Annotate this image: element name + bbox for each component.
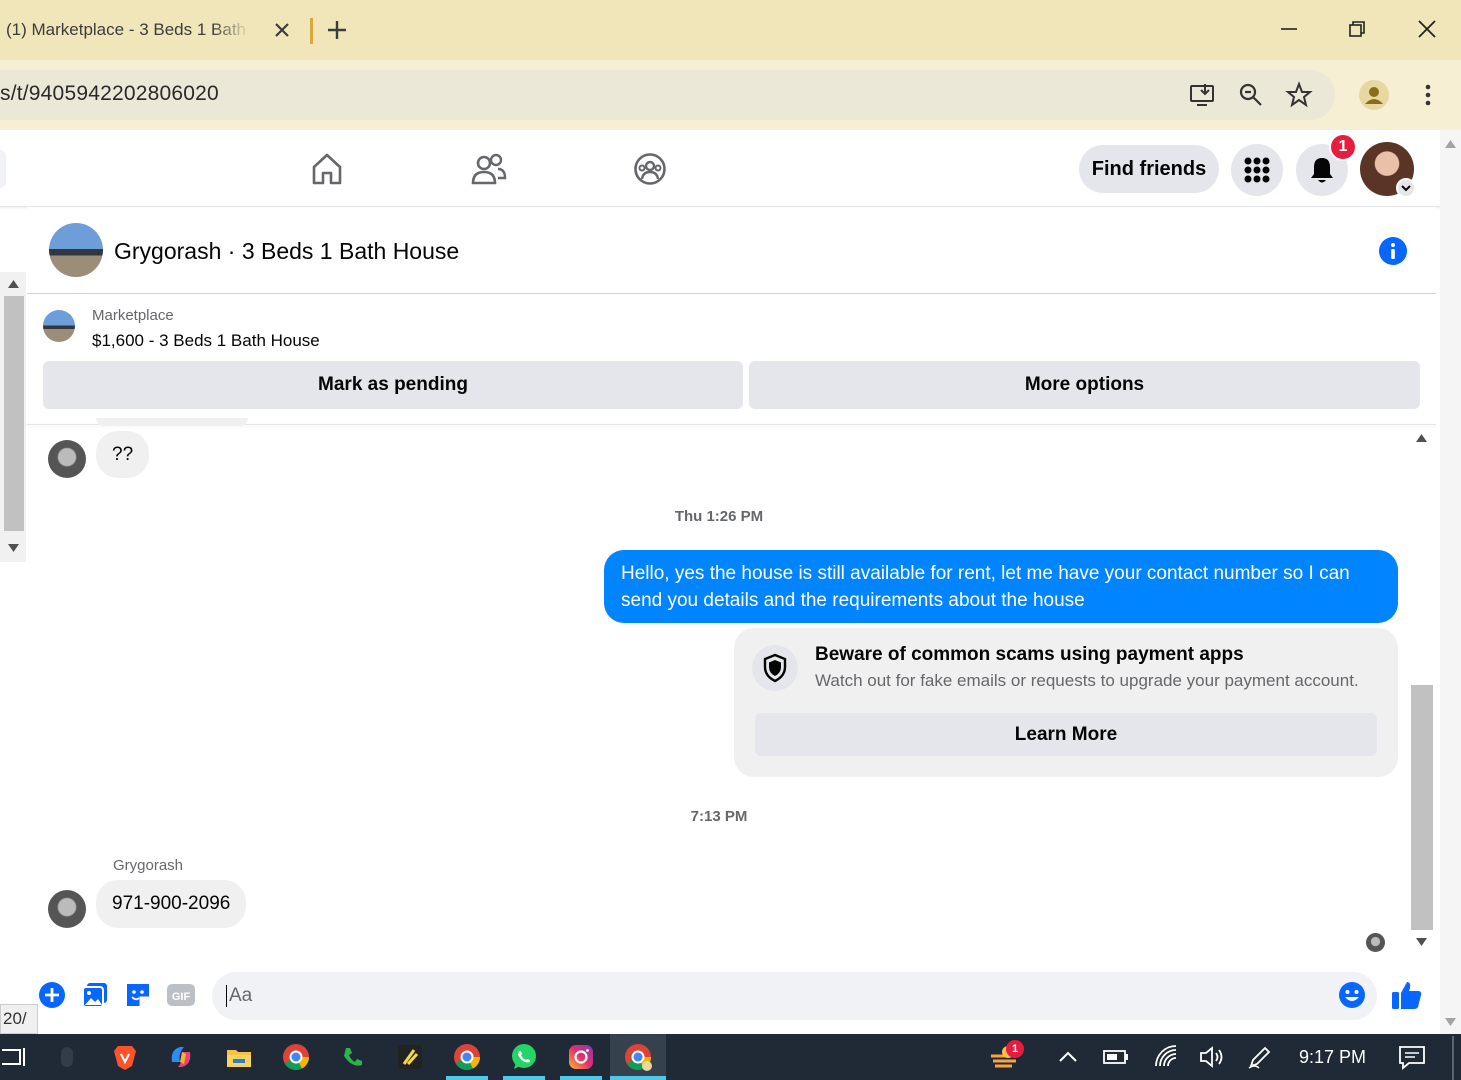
show-desktop-divider[interactable] bbox=[1452, 1036, 1454, 1080]
listing-title[interactable]: $1,600 - 3 Beds 1 Bath House bbox=[92, 331, 320, 351]
browser-tab[interactable]: (1) Marketplace - 3 Beds 1 Bath House | … bbox=[0, 8, 300, 52]
browser-menu-icon[interactable] bbox=[1413, 80, 1443, 110]
emoji-icon[interactable] bbox=[1337, 980, 1367, 1010]
minimize-icon[interactable] bbox=[1274, 14, 1304, 44]
wifi-icon[interactable] bbox=[1152, 1042, 1182, 1072]
phone-link-icon[interactable] bbox=[338, 1042, 368, 1072]
tool-app-icon[interactable] bbox=[395, 1042, 425, 1072]
new-tab-icon[interactable] bbox=[324, 14, 350, 46]
running-indicator bbox=[610, 1076, 666, 1080]
outgoing-message: Hello, yes the house is still available … bbox=[604, 550, 1398, 623]
facebook-top-nav bbox=[0, 130, 1440, 207]
warning-title: Beware of common scams using payment app… bbox=[815, 644, 1244, 665]
home-icon[interactable] bbox=[310, 151, 344, 187]
weather-badge: 1 bbox=[1006, 1040, 1024, 1058]
previous-message-edge bbox=[96, 418, 248, 426]
header-divider bbox=[27, 293, 1436, 294]
tab-separator bbox=[310, 18, 313, 44]
running-indicator bbox=[560, 1076, 602, 1080]
file-explorer-icon[interactable] bbox=[224, 1042, 254, 1072]
gif-icon[interactable]: GIF bbox=[166, 980, 196, 1010]
warning-body: Watch out for fake emails or requests to… bbox=[815, 671, 1359, 690]
close-tab-icon[interactable] bbox=[272, 18, 292, 42]
running-indicator bbox=[503, 1076, 545, 1080]
left-scrollbar-thumb[interactable] bbox=[4, 296, 24, 531]
marketplace-label: Marketplace bbox=[92, 307, 174, 324]
chat-listing-avatar[interactable] bbox=[49, 223, 103, 277]
taskbar-clock[interactable]: 9:17 PM bbox=[1299, 1047, 1366, 1068]
mouse-app-icon[interactable] bbox=[52, 1042, 82, 1072]
mark-as-pending-button[interactable]: Mark as pending bbox=[43, 361, 743, 409]
gif-label: GIF bbox=[172, 991, 191, 1003]
menu-grid-icon bbox=[1244, 157, 1270, 183]
chrome-profile-icon[interactable] bbox=[623, 1042, 653, 1072]
windows-taskbar bbox=[0, 1034, 1461, 1080]
battery-icon[interactable] bbox=[1101, 1042, 1131, 1072]
zoom-icon[interactable] bbox=[1236, 80, 1266, 110]
search-field-edge[interactable] bbox=[0, 150, 6, 188]
restore-icon[interactable] bbox=[1342, 14, 1372, 44]
profile-icon[interactable] bbox=[1359, 80, 1389, 110]
info-icon[interactable] bbox=[1379, 237, 1407, 265]
add-plus-icon[interactable] bbox=[37, 980, 67, 1010]
notification-center-icon[interactable] bbox=[1397, 1042, 1427, 1072]
more-options-button[interactable]: More options bbox=[749, 361, 1420, 409]
incoming-message: ?? bbox=[96, 431, 150, 478]
instagram-icon[interactable] bbox=[566, 1042, 596, 1072]
message-timestamp: Thu 1:26 PM bbox=[674, 508, 764, 525]
shield-icon bbox=[752, 645, 798, 691]
message-composer[interactable] bbox=[212, 972, 1377, 1020]
brave-browser-icon[interactable] bbox=[110, 1042, 140, 1072]
seen-indicator-avatar bbox=[1366, 933, 1385, 952]
messages-scrollbar-thumb[interactable] bbox=[1411, 685, 1433, 930]
message-input[interactable]: Aa bbox=[226, 985, 252, 1007]
sticker-icon[interactable] bbox=[123, 980, 153, 1010]
thumbs-up-icon[interactable] bbox=[1390, 978, 1424, 1012]
tab-title: (1) Marketplace - 3 Beds 1 Bath House | … bbox=[6, 20, 250, 39]
sender-avatar[interactable] bbox=[48, 440, 86, 478]
volume-icon[interactable] bbox=[1197, 1042, 1227, 1072]
task-view-icon[interactable] bbox=[0, 1042, 30, 1072]
copilot-icon[interactable] bbox=[166, 1042, 196, 1072]
groups-icon[interactable] bbox=[633, 152, 667, 186]
pen-icon[interactable] bbox=[1245, 1042, 1275, 1072]
sender-name: Grygorash bbox=[113, 857, 184, 874]
notification-badge: 1 bbox=[1329, 133, 1357, 161]
install-app-icon[interactable] bbox=[1188, 80, 1218, 110]
sender-avatar[interactable] bbox=[48, 890, 86, 928]
marketplace-thumbnail[interactable] bbox=[43, 310, 75, 342]
menu-grid-button[interactable] bbox=[1231, 144, 1283, 196]
learn-more-button[interactable]: Learn More bbox=[755, 713, 1377, 756]
chrome-icon-2[interactable] bbox=[452, 1042, 482, 1072]
incoming-message: 971-900-2096 bbox=[96, 880, 247, 928]
bookmark-star-icon[interactable] bbox=[1284, 80, 1314, 110]
message-timestamp: 7:13 PM bbox=[690, 808, 748, 825]
chrome-icon[interactable] bbox=[281, 1042, 311, 1072]
chevron-down-icon[interactable] bbox=[1396, 178, 1416, 198]
address-url[interactable]: s/t/9405942202806020 bbox=[0, 82, 219, 106]
find-friends-button[interactable]: Find friends bbox=[1079, 145, 1219, 193]
page-scrollbar[interactable] bbox=[1440, 130, 1461, 1034]
bell-icon bbox=[1311, 158, 1333, 183]
chat-title[interactable]: Grygorash · 3 Beds 1 Bath House bbox=[114, 238, 459, 265]
close-window-icon[interactable] bbox=[1412, 14, 1442, 44]
photo-icon[interactable] bbox=[80, 980, 110, 1010]
status-bar-url: 20/ bbox=[0, 1004, 38, 1034]
whatsapp-icon[interactable] bbox=[509, 1042, 539, 1072]
running-indicator bbox=[446, 1076, 488, 1080]
friends-icon[interactable] bbox=[471, 152, 507, 186]
chevron-up-icon[interactable] bbox=[1053, 1042, 1083, 1072]
